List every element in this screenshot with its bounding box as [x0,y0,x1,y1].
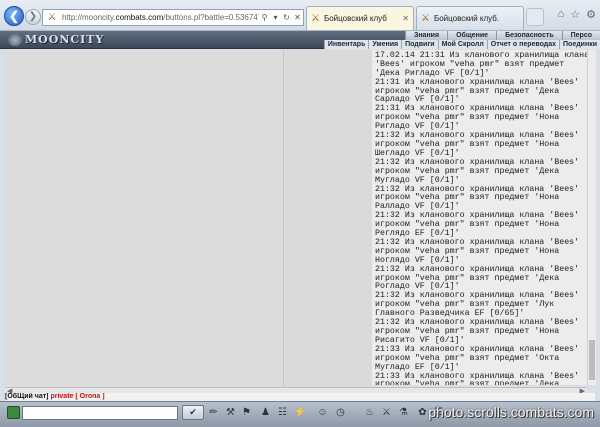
new-tab-button[interactable] [526,8,544,26]
lightning-icon[interactable]: ⚡ [294,406,307,419]
side-frame [284,50,372,391]
menu-security[interactable]: Безопасность [496,31,562,40]
submenu-achievements[interactable]: Подвиги [401,40,437,49]
chat-input[interactable] [22,406,178,420]
search-icon[interactable]: ⚲ [259,13,270,22]
main-frame [5,50,284,391]
fire-icon[interactable]: ♨ [363,406,376,419]
dropdown-icon[interactable]: ▾ [270,13,281,22]
watermark-text: photo.scrolls.combats.com [428,404,594,420]
address-url[interactable]: http://mooncity.combats.com/buttons.pl?b… [62,13,259,22]
crossed-swords-icon: ⚔ [47,11,57,23]
filter-icon[interactable]: ☷ [276,406,289,419]
close-tab-icon[interactable]: ✕ [402,14,409,23]
potion-icon[interactable]: ⚗ [397,406,410,419]
browser-chrome: ❮ ❯ ⚔ http://mooncity.combats.com/button… [0,0,600,31]
bookmark-icon[interactable]: ⚑ [240,406,253,419]
menu-communication[interactable]: Общение [447,31,497,40]
menu-knowledge[interactable]: Знания [404,31,448,40]
log-scrollbar-thumb[interactable] [589,340,595,380]
home-icon[interactable]: ⌂ [558,8,565,21]
refresh-icon[interactable]: ↻ [281,13,292,22]
favorites-star-icon[interactable]: ☆ [570,8,580,21]
sub-menu: Инвентарь Умения Подвиги Мой Скролл Отче… [323,40,600,49]
top-menu: Знания Общение Безопасность Персо [404,31,600,40]
address-bar[interactable]: ⚔ http://mooncity.combats.com/buttons.pl… [42,9,304,26]
site-header: MOONCITY Знания Общение Безопасность Пер… [0,31,600,49]
forward-arrow-icon[interactable]: ❯ [25,9,41,25]
send-button[interactable]: ✔ [182,405,204,420]
submenu-my-scroll[interactable]: Мой Скролл [437,40,487,49]
log-line: игроком "veha pmr" взят предмет 'Дека [375,380,560,385]
menu-personal[interactable]: Персо [561,31,600,40]
submenu-fights[interactable]: Поединки [559,40,600,49]
back-arrow-icon[interactable]: ❮ [4,6,24,26]
tab-fight-club-active[interactable]: ⚔ Бойцовский клуб ✕ [306,6,414,30]
submenu-transfer-report[interactable]: Отчет о переводах [486,40,559,49]
clock-icon[interactable]: ◷ [334,406,347,419]
gear-icon[interactable]: ⚙ [586,8,596,21]
site-logo[interactable]: MOONCITY [8,33,104,46]
tab-fight-club[interactable]: ⚔ Бойцовский клуб. [416,6,524,30]
walking-man-icon[interactable]: ♟ [259,406,272,419]
crossed-swords-icon[interactable]: ⚔ [380,406,393,419]
crossed-swords-icon: ⚔ [311,13,320,24]
clan-storage-log: 17.02.14 21:31 Из кланового17.02.14 21:3… [372,50,587,385]
chat-mode-icon[interactable] [7,406,20,419]
hammer-icon[interactable]: ⚒ [224,406,237,419]
crossed-swords-icon: ⚔ [421,13,430,24]
submenu-skills[interactable]: Умения [368,40,401,49]
log-scrollbar[interactable] [587,50,596,385]
chat-message-line: [ОбЩий чат] private [ Orona ] [5,393,595,401]
eraser-icon[interactable]: ✏ [207,406,220,419]
stop-icon[interactable]: ✕ [292,13,303,22]
submenu-inventory[interactable]: Инвентарь [323,40,369,49]
smiley-icon[interactable]: ☺ [316,406,329,419]
moon-emblem-icon [8,34,22,46]
